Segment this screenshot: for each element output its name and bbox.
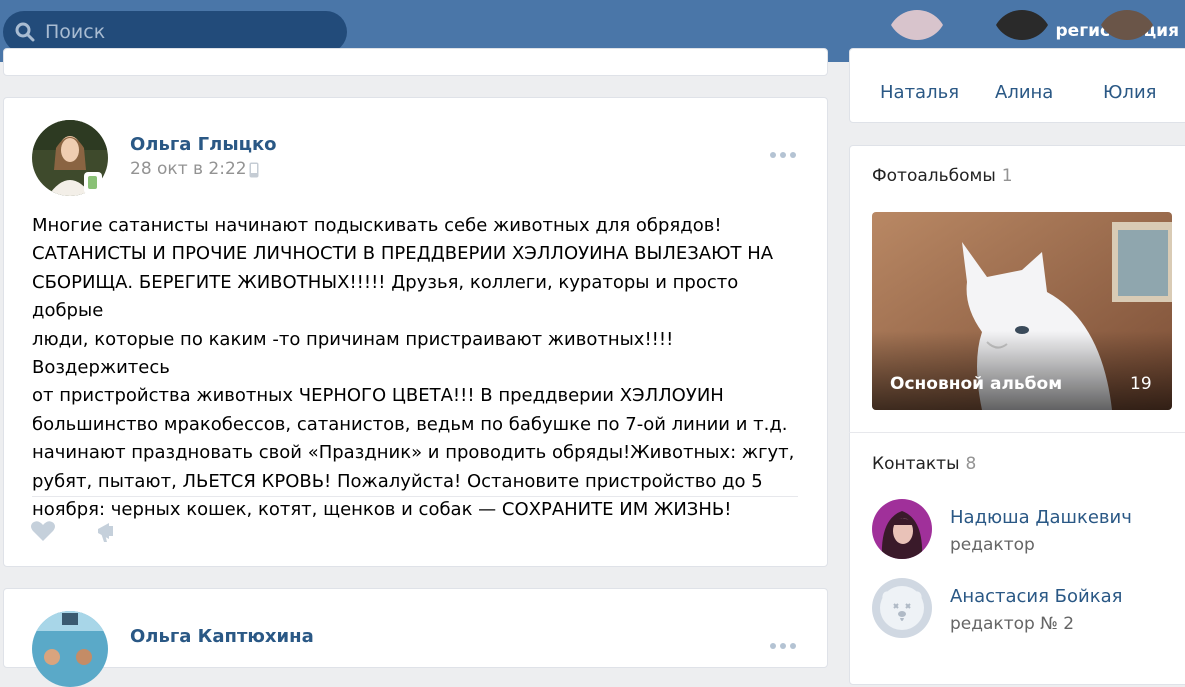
share-icon[interactable]	[95, 520, 121, 544]
post-options-button[interactable]	[770, 143, 800, 162]
post-author-name[interactable]: Ольга Глыцко	[130, 134, 277, 155]
search-input[interactable]: Поиск	[45, 21, 105, 43]
albums-count: 1	[1001, 166, 1013, 186]
next-author-avatar[interactable]	[32, 611, 108, 687]
section-divider	[849, 432, 1185, 433]
contact-avatar[interactable]	[872, 499, 932, 559]
mobile-online-badge	[84, 172, 102, 194]
next-post-card	[3, 588, 828, 668]
contact-role: редактор № 2	[950, 614, 1075, 634]
search-field[interactable]: Поиск	[3, 11, 347, 53]
album-photo-count: 19	[1130, 374, 1152, 394]
friend-name[interactable]: Наталья	[880, 82, 959, 103]
post-divider	[32, 496, 798, 497]
contact-name[interactable]: Надюша Дашкевич	[950, 507, 1132, 528]
search-icon	[15, 22, 35, 42]
previous-post-card	[3, 48, 828, 76]
post-date[interactable]: 28 окт в 2:22	[130, 159, 247, 179]
friend-name[interactable]: Юлия	[1103, 82, 1156, 103]
contacts-title: Контакты	[872, 454, 960, 474]
contacts-section-title[interactable]: Контакты 8	[872, 454, 976, 474]
next-post-options-button[interactable]	[770, 634, 800, 653]
albums-title: Фотоальбомы	[872, 166, 996, 186]
contact-name[interactable]: Анастасия Бойкая	[950, 586, 1122, 607]
post-text: Многие сатанисты начинают подыскивать се…	[32, 215, 795, 521]
phone-icon	[88, 176, 97, 189]
contact-avatar[interactable]	[872, 578, 932, 638]
next-post-author-name[interactable]: Ольга Каптюхина	[130, 626, 314, 647]
mobile-icon	[249, 162, 259, 178]
albums-section-title[interactable]: Фотоальбомы 1	[872, 166, 1013, 186]
friend-photo[interactable]	[887, 10, 947, 70]
album-name: Основной альбом	[890, 374, 1063, 394]
contacts-count: 8	[965, 454, 977, 474]
friend-photo[interactable]	[992, 10, 1052, 70]
friend-photo[interactable]	[1097, 10, 1157, 70]
like-icon[interactable]	[30, 520, 56, 542]
contact-role: редактор	[950, 535, 1035, 555]
friend-name[interactable]: Алина	[995, 82, 1053, 103]
